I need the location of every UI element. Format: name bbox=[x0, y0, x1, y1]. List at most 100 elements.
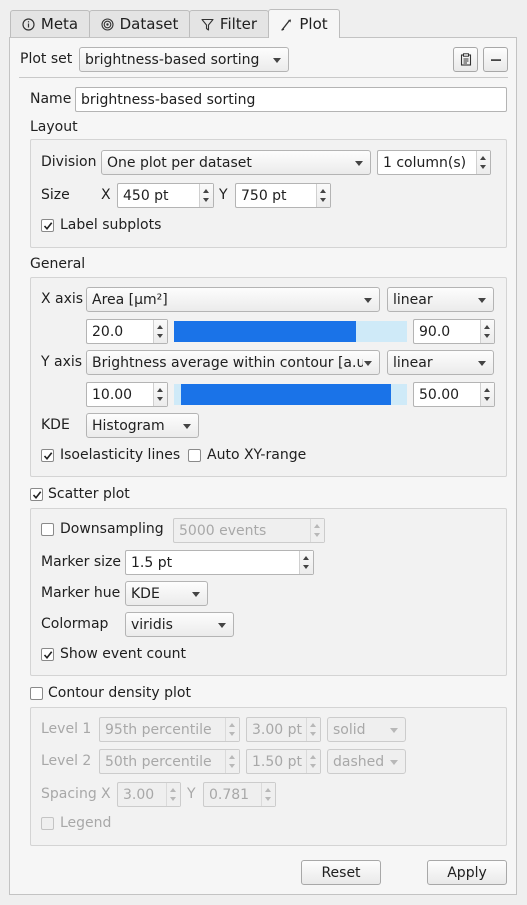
tab-meta[interactable]: Meta bbox=[10, 10, 90, 37]
spin-buttons[interactable] bbox=[225, 718, 239, 741]
downsampling-value: 5000 events bbox=[179, 522, 267, 539]
x-max-value: 90.0 bbox=[419, 323, 451, 340]
legend-checkbox[interactable] bbox=[41, 817, 54, 830]
tab-plot[interactable]: Plot bbox=[268, 9, 340, 38]
spin-up-icon bbox=[203, 189, 209, 193]
colormap-combo[interactable]: viridis bbox=[125, 612, 234, 637]
label-subplots-checkbox[interactable] bbox=[41, 219, 54, 232]
tab-dataset-label: Dataset bbox=[119, 15, 179, 33]
level1-percentile-spinbox[interactable]: 95th percentile bbox=[99, 717, 240, 742]
marker-hue-value: KDE bbox=[131, 585, 160, 602]
spin-buttons[interactable] bbox=[225, 750, 239, 773]
y-range-slider[interactable] bbox=[174, 384, 407, 405]
spacing-y-spinbox[interactable]: 0.781 bbox=[203, 782, 276, 807]
level2-percentile-spinbox[interactable]: 50th percentile bbox=[99, 749, 240, 774]
size-y-label: Y bbox=[219, 187, 228, 203]
general-title: General bbox=[30, 256, 86, 272]
y-min-spinbox[interactable]: 10.00 bbox=[86, 382, 168, 407]
isoelasticity-checkbox[interactable] bbox=[41, 449, 54, 462]
marker-size-spinbox[interactable]: 1.5 pt bbox=[125, 550, 314, 575]
x-max-spinbox[interactable]: 90.0 bbox=[413, 319, 495, 344]
spin-buttons[interactable] bbox=[310, 519, 324, 542]
filter-icon bbox=[201, 18, 214, 31]
spin-buttons[interactable] bbox=[153, 383, 167, 406]
contour-density-checkbox[interactable] bbox=[30, 687, 43, 700]
divider bbox=[19, 77, 508, 78]
spin-buttons[interactable] bbox=[480, 320, 494, 343]
duplicate-plot-button[interactable] bbox=[453, 47, 478, 72]
spin-buttons[interactable] bbox=[306, 718, 320, 741]
show-event-count-label: Show event count bbox=[60, 646, 187, 662]
y-axis-combo[interactable]: Brightness average within contour [a.u.] bbox=[86, 350, 380, 375]
checkmark-icon bbox=[43, 650, 52, 659]
x-range-slider[interactable] bbox=[174, 321, 407, 342]
division-value: One plot per dataset bbox=[107, 154, 252, 171]
chevron-down-icon bbox=[183, 424, 191, 429]
level1-label: Level 1 bbox=[41, 721, 92, 737]
spin-buttons[interactable] bbox=[199, 184, 213, 207]
spin-buttons[interactable] bbox=[153, 320, 167, 343]
x-axis-value: Area [µm²] bbox=[92, 291, 168, 308]
spacing-y-value: 0.781 bbox=[209, 786, 250, 803]
spin-buttons[interactable] bbox=[261, 783, 275, 806]
scatter-plot-checkbox[interactable] bbox=[30, 488, 43, 501]
size-x-spinbox[interactable]: 450 pt bbox=[117, 183, 214, 208]
division-combo[interactable]: One plot per dataset bbox=[101, 150, 371, 175]
remove-plot-button[interactable] bbox=[483, 47, 508, 72]
tab-filter-label: Filter bbox=[219, 15, 258, 33]
level2-width-spinbox[interactable]: 1.50 pt bbox=[246, 749, 321, 774]
tab-dataset[interactable]: Dataset bbox=[89, 10, 190, 37]
level1-width-value: 3.00 pt bbox=[252, 721, 302, 738]
name-label: Name bbox=[30, 91, 72, 107]
reset-button[interactable]: Reset bbox=[301, 860, 381, 885]
level2-label: Level 2 bbox=[41, 753, 92, 769]
spacing-y-label: Y bbox=[187, 786, 196, 802]
y-scale-combo[interactable]: linear bbox=[387, 350, 494, 375]
x-axis-label: X axis bbox=[41, 291, 84, 307]
columns-spinbox[interactable]: 1 column(s) bbox=[377, 150, 491, 175]
spin-buttons[interactable] bbox=[476, 151, 490, 174]
spin-up-icon bbox=[303, 556, 309, 560]
auto-xy-checkbox[interactable] bbox=[188, 449, 201, 462]
size-x-value: 450 pt bbox=[123, 187, 169, 204]
kde-combo[interactable]: Histogram bbox=[86, 413, 199, 438]
downsampling-spinbox[interactable]: 5000 events bbox=[173, 518, 325, 543]
x-min-spinbox[interactable]: 20.0 bbox=[86, 319, 168, 344]
apply-button[interactable]: Apply bbox=[427, 860, 507, 885]
x-axis-combo[interactable]: Area [µm²] bbox=[86, 287, 380, 312]
spin-buttons[interactable] bbox=[306, 750, 320, 773]
spin-up-icon bbox=[320, 189, 326, 193]
plot-set-combo[interactable]: brightness-based sorting bbox=[79, 47, 289, 72]
spin-buttons[interactable] bbox=[316, 184, 330, 207]
size-y-spinbox[interactable]: 750 pt bbox=[235, 183, 331, 208]
spin-down-icon bbox=[484, 397, 490, 401]
spin-down-icon bbox=[157, 334, 163, 338]
level1-style-value: solid bbox=[333, 721, 366, 738]
spin-buttons[interactable] bbox=[166, 783, 180, 806]
kde-label: KDE bbox=[41, 417, 70, 433]
y-max-value: 50.00 bbox=[419, 386, 460, 403]
plot-name-field[interactable]: brightness-based sorting bbox=[75, 87, 507, 112]
division-label: Division bbox=[41, 154, 97, 170]
level1-style-combo[interactable]: solid bbox=[327, 717, 406, 742]
marker-size-value: 1.5 pt bbox=[131, 554, 173, 571]
x-scale-combo[interactable]: linear bbox=[387, 287, 494, 312]
spin-buttons[interactable] bbox=[480, 383, 494, 406]
size-x-label: X bbox=[101, 187, 111, 203]
level2-style-combo[interactable]: dashed bbox=[327, 749, 406, 774]
marker-hue-combo[interactable]: KDE bbox=[125, 581, 208, 606]
spin-down-icon bbox=[314, 533, 320, 537]
y-max-spinbox[interactable]: 50.00 bbox=[413, 382, 495, 407]
x-range-selection[interactable] bbox=[174, 321, 356, 342]
checkmark-icon bbox=[32, 490, 41, 499]
y-range-selection[interactable] bbox=[180, 384, 391, 405]
spacing-x-spinbox[interactable]: 3.00 bbox=[117, 782, 181, 807]
level1-width-spinbox[interactable]: 3.00 pt bbox=[246, 717, 321, 742]
show-event-count-checkbox[interactable] bbox=[41, 648, 54, 661]
spin-up-icon bbox=[229, 723, 235, 727]
spin-up-icon bbox=[157, 388, 163, 392]
spin-buttons[interactable] bbox=[299, 551, 313, 574]
tab-filter[interactable]: Filter bbox=[189, 10, 269, 37]
size-y-value: 750 pt bbox=[241, 187, 287, 204]
downsampling-checkbox[interactable] bbox=[41, 523, 54, 536]
